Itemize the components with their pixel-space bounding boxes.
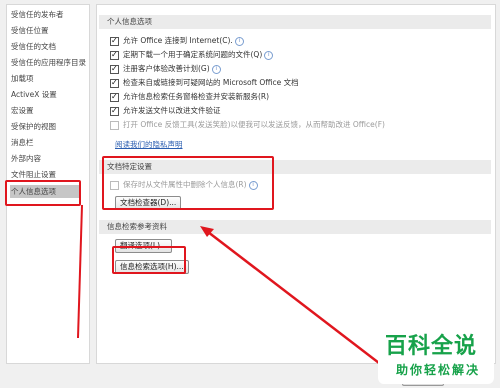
option-ceip[interactable]: 注册客户体验改善计划(G)i	[110, 63, 221, 74]
sidebar-item-external-content[interactable]: 外部内容	[11, 153, 41, 164]
info-icon: i	[234, 36, 244, 46]
option-file-validation[interactable]: 允许发送文件以改进文件验证	[110, 105, 221, 116]
watermark-title: 百科全说	[385, 334, 478, 359]
option-label: 允许 Office 连接到 Internet(C).	[123, 36, 233, 45]
checkbox[interactable]	[110, 64, 119, 74]
option-feedback-tool: 打开 Office 反馈工具(发送笑脸)以便我可以发送反馈，从而帮助改进 Off…	[110, 119, 385, 130]
option-label: 检查来自或链接到可疑网站的 Microsoft Office 文档	[123, 78, 299, 87]
info-icon: i	[264, 50, 274, 60]
sidebar-item-protected-view[interactable]: 受保护的视图	[11, 121, 56, 132]
watermark-subtitle: 助你轻松解决	[396, 363, 481, 377]
option-label: 允许信息检索任务窗格检查并安装新服务(R)	[123, 92, 270, 101]
info-icon: i	[211, 64, 221, 74]
section-header-research: 信息检索参考资料	[99, 220, 491, 234]
option-label: 允许发送文件以改进文件验证	[123, 106, 221, 115]
option-research-pane-services[interactable]: 允许信息检索任务窗格检查并安装新服务(R)	[110, 91, 269, 102]
checkbox	[110, 120, 119, 130]
option-check-suspicious-sites[interactable]: 检查来自或链接到可疑网站的 Microsoft Office 文档	[110, 77, 299, 88]
option-label: 注册客户体验改善计划(G)	[123, 64, 210, 73]
sidebar-item-trusted-documents[interactable]: 受信任的文档	[11, 41, 56, 52]
section-header-personal-info: 个人信息选项	[99, 15, 491, 29]
sidebar-item-trusted-app-catalogs[interactable]: 受信任的应用程序目录	[11, 57, 86, 68]
sidebar-item-file-block-settings[interactable]: 文件阻止设置	[11, 169, 56, 180]
sidebar-item-macro-settings[interactable]: 宏设置	[11, 105, 34, 116]
sidebar-selection-highlight	[5, 180, 81, 206]
option-label: 定期下载一个用于确定系统问题的文件(Q)	[123, 50, 263, 59]
option-connect-internet[interactable]: 允许 Office 连接到 Internet(C).i	[110, 35, 244, 46]
sidebar-item-trusted-locations[interactable]: 受信任位置	[11, 25, 49, 36]
watermark-logo: 百科全说 助你轻松解决	[378, 328, 494, 384]
annotation-box-research-options	[112, 246, 186, 274]
privacy-statement-link[interactable]: 阅读我们的隐私声明	[115, 139, 183, 150]
option-label: 打开 Office 反馈工具(发送笑脸)以便我可以发送反馈，从而帮助改进 Off…	[123, 120, 385, 129]
checkbox[interactable]	[110, 106, 119, 116]
option-download-diagnostic-file[interactable]: 定期下载一个用于确定系统问题的文件(Q)i	[110, 49, 274, 60]
annotation-box-document-specific	[102, 156, 274, 210]
sidebar-item-add-ins[interactable]: 加载项	[11, 73, 34, 84]
checkbox[interactable]	[110, 78, 119, 88]
checkbox[interactable]	[110, 92, 119, 102]
sidebar-item-message-bar[interactable]: 消息栏	[11, 137, 34, 148]
checkbox[interactable]	[110, 50, 119, 60]
sidebar-item-activex-settings[interactable]: ActiveX 设置	[11, 89, 57, 100]
checkbox[interactable]	[110, 36, 119, 46]
sidebar-item-trusted-publishers[interactable]: 受信任的发布者	[11, 9, 64, 20]
